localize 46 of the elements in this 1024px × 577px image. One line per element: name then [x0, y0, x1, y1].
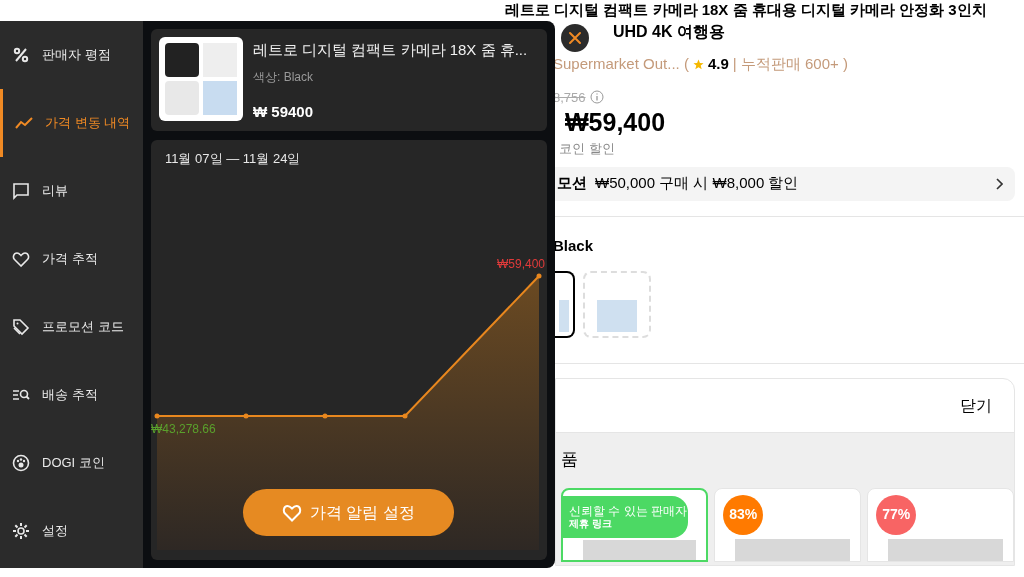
price-point [154, 413, 160, 419]
badge-title: 신뢰할 수 있는 판매자 [569, 503, 688, 518]
sidebar-item[interactable]: 프로모션 코드 [0, 293, 143, 361]
paw-coin-icon [12, 454, 30, 472]
sale-price: ₩59,400 [564, 107, 667, 137]
chat-bubble-icon [12, 182, 30, 200]
promotion-bar[interactable]: 모션 ₩50,000 구매 시 ₩8,000 할인 [555, 166, 1015, 201]
heart-icon [282, 503, 303, 522]
sidebar-item[interactable]: 판매자 평점 [0, 21, 143, 89]
close-icon [568, 31, 582, 45]
star-icon [692, 58, 704, 70]
heart-icon [12, 250, 30, 268]
min-price-label: ₩43,278.66 [151, 421, 216, 438]
sidebar-item[interactable]: 설정 [0, 497, 143, 565]
coin-discount-text: 코인 할인 [558, 140, 616, 158]
price-point [322, 413, 328, 419]
tag-icon [12, 318, 30, 336]
max-price-label: ₩59,400 [496, 256, 545, 273]
sidebar-item[interactable]: 가격 추적 [0, 225, 143, 293]
discount-badge: 83% [723, 494, 764, 535]
price-point [243, 413, 249, 419]
close-link[interactable]: 닫기 [960, 393, 992, 418]
sidebar-item[interactable]: 리뷰 [0, 157, 143, 225]
percent-icon [12, 46, 30, 64]
rating-value: 4.9 [707, 54, 729, 74]
price-point [536, 273, 542, 279]
product-price: ₩ 59400 [253, 101, 315, 122]
sidebar-item[interactable]: 가격 변동 내역 [0, 89, 143, 157]
close-button[interactable] [561, 24, 589, 52]
discount-badge: 77% [876, 494, 917, 535]
product-title: 레트로 디지털 컴팩트 카메라 18X 줌 휴대용 디지털 카메라 안정화 3인치 [505, 0, 987, 20]
promotion-label: 모션 [557, 173, 587, 194]
product-name: 레트로 디지털 컴팩트 카메라 18X 줌 휴... [253, 40, 528, 60]
chevron-right-icon [995, 177, 1003, 190]
product-variant: 색상: Black [253, 68, 314, 86]
sales-count: | 누적판매 600+ ) [732, 54, 848, 74]
settings-icon [12, 522, 30, 540]
promotion-text: ₩50,000 구매 시 ₩8,000 할인 [595, 173, 800, 194]
product-title: UHD 4K 여행용 [613, 22, 725, 42]
date-range: 11월 07일 — 11월 24일 [165, 150, 301, 168]
color-option-thumbnail[interactable] [555, 271, 575, 338]
sidebar-item[interactable]: DOGI 코인 [0, 429, 143, 497]
price-point [402, 413, 408, 419]
badge-subtitle: 제휴 링크 [569, 517, 613, 530]
section-title: 품 [561, 449, 579, 471]
sidebar-item[interactable]: 배송 추적 [0, 361, 143, 429]
